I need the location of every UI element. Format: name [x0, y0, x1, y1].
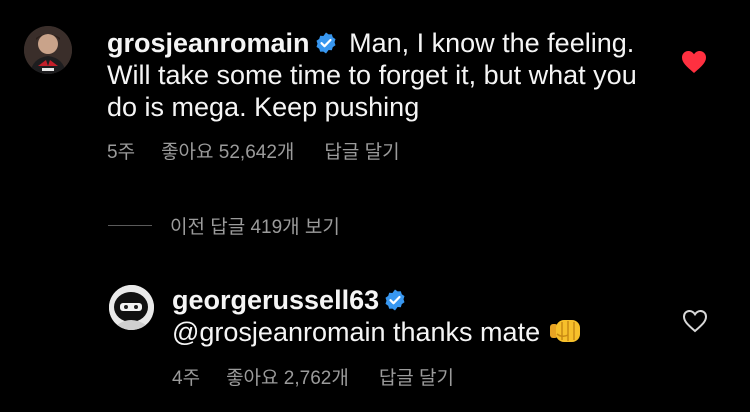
replies-divider-line	[108, 224, 152, 226]
likes-count[interactable]: 좋아요 2,762개	[226, 368, 349, 389]
avatar-georgerussell63[interactable]	[109, 285, 154, 330]
verified-badge-icon	[383, 288, 407, 312]
view-previous-replies-button[interactable]: 이전 답글 419개 보기	[108, 212, 340, 238]
like-heart-icon[interactable]	[681, 50, 707, 74]
comment-time: 4주	[172, 368, 201, 389]
reply-button[interactable]: 답글 달기	[379, 368, 454, 389]
reply-button[interactable]: 답글 달기	[324, 142, 399, 163]
avatar-image	[24, 26, 72, 74]
comment-time: 5주	[107, 142, 136, 163]
username-link[interactable]: grosjeanromain	[107, 28, 310, 58]
comment-meta: 5주 좋아요 52,642개 답글 달기	[107, 141, 430, 165]
comment-text: @grosjeanromain thanks mate	[172, 317, 541, 347]
username-link[interactable]: georgerussell63	[172, 285, 379, 315]
like-heart-outline-icon[interactable]	[682, 309, 708, 333]
verified-badge-icon	[314, 31, 338, 55]
avatar-grosjeanromain[interactable]	[24, 26, 72, 74]
comment-meta: 4주 좋아요 2,762개 답글 달기	[172, 367, 484, 391]
avatar-image	[109, 285, 154, 330]
likes-count[interactable]: 좋아요 52,642개	[161, 142, 294, 163]
comment-body: georgerussell63 @grosjeanromain thanks m…	[172, 284, 642, 348]
oncoming-fist-emoji-icon	[548, 316, 582, 346]
comment-body: grosjeanromain Man, I know the feeling. …	[107, 27, 647, 123]
view-replies-label: 이전 답글 419개 보기	[170, 216, 340, 238]
